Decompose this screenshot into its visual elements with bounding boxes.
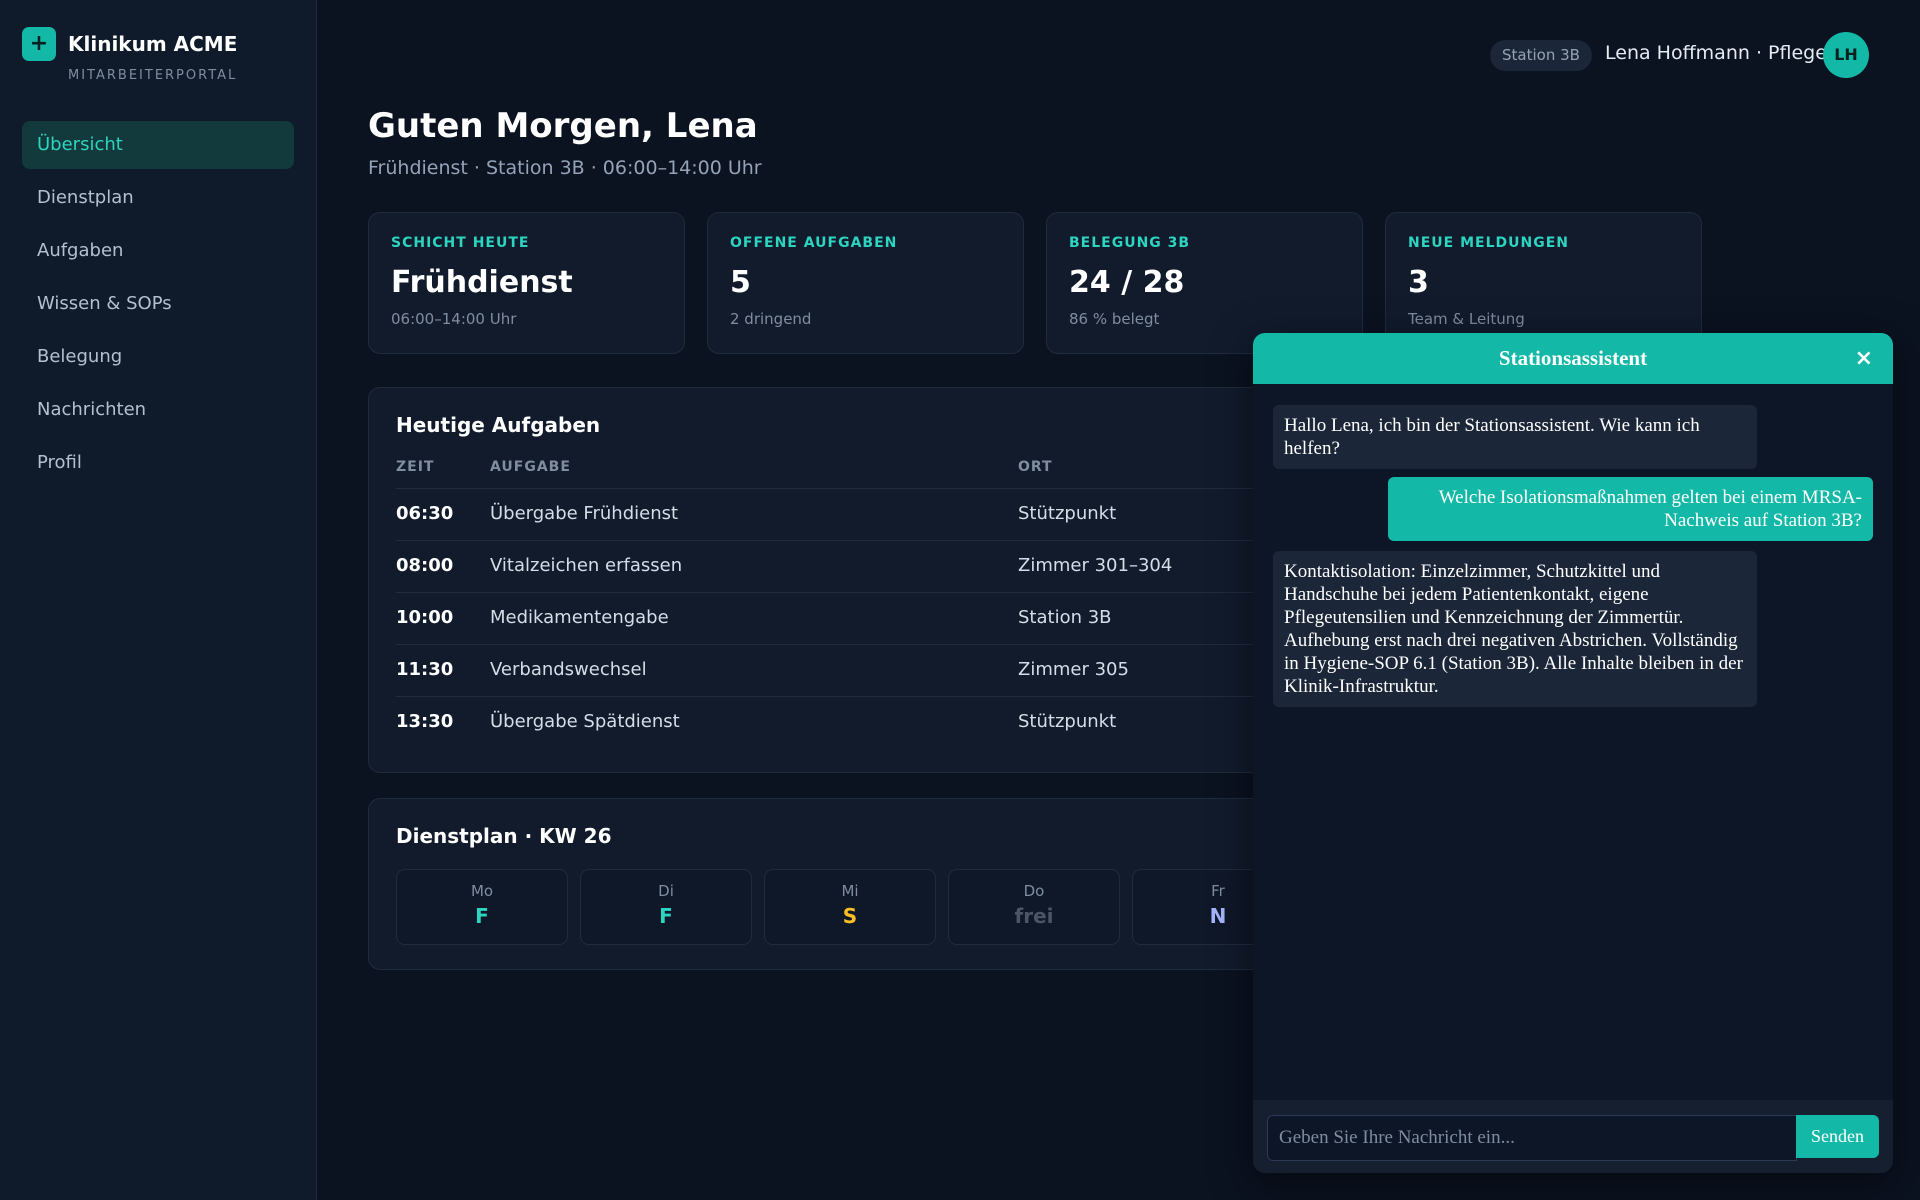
hospital-plus-icon: + bbox=[22, 27, 56, 61]
chat-message-user: Welche Isolationsmaßnahmen gelten bei ei… bbox=[1388, 477, 1873, 541]
day-label: Do bbox=[1023, 882, 1045, 900]
stat-label: BELEGUNG 3B bbox=[1069, 235, 1191, 251]
sidebar: + Klinikum ACME MITARBEITERPORTAL Übersi… bbox=[0, 0, 317, 1200]
stat-label: SCHICHT HEUTE bbox=[391, 235, 530, 251]
stat-value: 24 / 28 bbox=[1069, 265, 1185, 300]
sidebar-item-profil[interactable]: Profil bbox=[22, 439, 294, 487]
schedule-day-mi[interactable]: Mi S bbox=[764, 869, 936, 945]
task-name: Übergabe Frühdienst bbox=[490, 503, 679, 524]
day-shift: F bbox=[659, 904, 673, 928]
schedule-title: Dienstplan · KW 26 bbox=[396, 824, 612, 848]
task-time: 06:30 bbox=[396, 503, 454, 524]
stat-sub: Team & Leitung bbox=[1408, 310, 1525, 328]
chat-header: Stationsassistent × bbox=[1253, 333, 1893, 384]
brand-subtitle: MITARBEITERPORTAL bbox=[68, 68, 238, 83]
chat-title: Stationsassistent bbox=[1498, 346, 1648, 370]
day-label: Mi bbox=[841, 882, 859, 900]
chat-message-bot: Kontaktisolation: Einzelzimmer, Schutzki… bbox=[1273, 551, 1757, 707]
column-header-time: ZEIT bbox=[396, 459, 435, 475]
chat-message-input[interactable] bbox=[1267, 1115, 1797, 1161]
close-icon[interactable]: × bbox=[1855, 333, 1873, 384]
sidebar-item-dienstplan[interactable]: Dienstplan bbox=[22, 174, 294, 222]
stat-sub: 2 dringend bbox=[730, 310, 812, 328]
chat-widget: Stationsassistent × Hallo Lena, ich bin … bbox=[1253, 333, 1893, 1173]
brand[interactable]: + Klinikum ACME bbox=[22, 27, 237, 61]
task-name: Verbandswechsel bbox=[490, 659, 647, 680]
column-header-place: ORT bbox=[1018, 459, 1053, 475]
task-place: Stützpunkt bbox=[1018, 711, 1117, 732]
task-place: Zimmer 301–304 bbox=[1018, 555, 1173, 576]
page-title: Guten Morgen, Lena bbox=[368, 106, 758, 146]
chat-message-bot: Hallo Lena, ich bin der Stationsassisten… bbox=[1273, 405, 1757, 469]
task-name: Medikamentengabe bbox=[490, 607, 669, 628]
stat-label: NEUE MELDUNGEN bbox=[1408, 235, 1569, 251]
send-button[interactable]: Senden bbox=[1796, 1115, 1879, 1158]
schedule-day-di[interactable]: Di F bbox=[580, 869, 752, 945]
task-place: Station 3B bbox=[1018, 607, 1112, 628]
tasks-title: Heutige Aufgaben bbox=[396, 413, 601, 437]
task-place: Zimmer 305 bbox=[1018, 659, 1129, 680]
day-shift: F bbox=[475, 904, 489, 928]
stat-value: 3 bbox=[1408, 265, 1429, 300]
sidebar-item-wissen-sops[interactable]: Wissen & SOPs bbox=[22, 280, 294, 328]
task-name: Vitalzeichen erfassen bbox=[490, 555, 683, 576]
schedule-day-mo[interactable]: Mo F bbox=[396, 869, 568, 945]
task-time: 13:30 bbox=[396, 711, 454, 732]
stat-sub: 06:00–14:00 Uhr bbox=[391, 310, 517, 328]
sidebar-item-aufgaben[interactable]: Aufgaben bbox=[22, 227, 294, 275]
user-name[interactable]: Lena Hoffmann · Pflege bbox=[1605, 42, 1827, 64]
column-header-task: AUFGABE bbox=[490, 459, 571, 475]
day-shift: frei bbox=[1014, 904, 1054, 928]
task-time: 11:30 bbox=[396, 659, 454, 680]
task-place: Stützpunkt bbox=[1018, 503, 1117, 524]
avatar[interactable]: LH bbox=[1823, 32, 1869, 78]
day-shift: S bbox=[842, 904, 858, 928]
stat-card-aufgaben[interactable]: OFFENE AUFGABEN 5 2 dringend bbox=[707, 212, 1024, 354]
sidebar-nav: Übersicht Dienstplan Aufgaben Wissen & S… bbox=[22, 121, 294, 492]
day-label: Mo bbox=[470, 882, 494, 900]
brand-name: Klinikum ACME bbox=[68, 32, 238, 56]
task-time: 08:00 bbox=[396, 555, 454, 576]
stat-label: OFFENE AUFGABEN bbox=[730, 235, 898, 251]
task-name: Übergabe Spätdienst bbox=[490, 711, 680, 732]
schedule-day-do[interactable]: Do frei bbox=[948, 869, 1120, 945]
day-label: Di bbox=[658, 882, 674, 900]
page-subtitle: Frühdienst · Station 3B · 06:00–14:00 Uh… bbox=[368, 157, 762, 179]
stat-value: 5 bbox=[730, 265, 751, 300]
sidebar-item-belegung[interactable]: Belegung bbox=[22, 333, 294, 381]
stat-sub: 86 % belegt bbox=[1069, 310, 1160, 328]
station-badge: Station 3B bbox=[1490, 40, 1592, 71]
stat-card-schicht[interactable]: SCHICHT HEUTE Frühdienst 06:00–14:00 Uhr bbox=[368, 212, 685, 354]
task-time: 10:00 bbox=[396, 607, 454, 628]
sidebar-item-uebersicht[interactable]: Übersicht bbox=[22, 121, 294, 169]
sidebar-item-nachrichten[interactable]: Nachrichten bbox=[22, 386, 294, 434]
chat-footer: Senden bbox=[1253, 1100, 1893, 1173]
stat-value: Frühdienst bbox=[391, 265, 573, 300]
